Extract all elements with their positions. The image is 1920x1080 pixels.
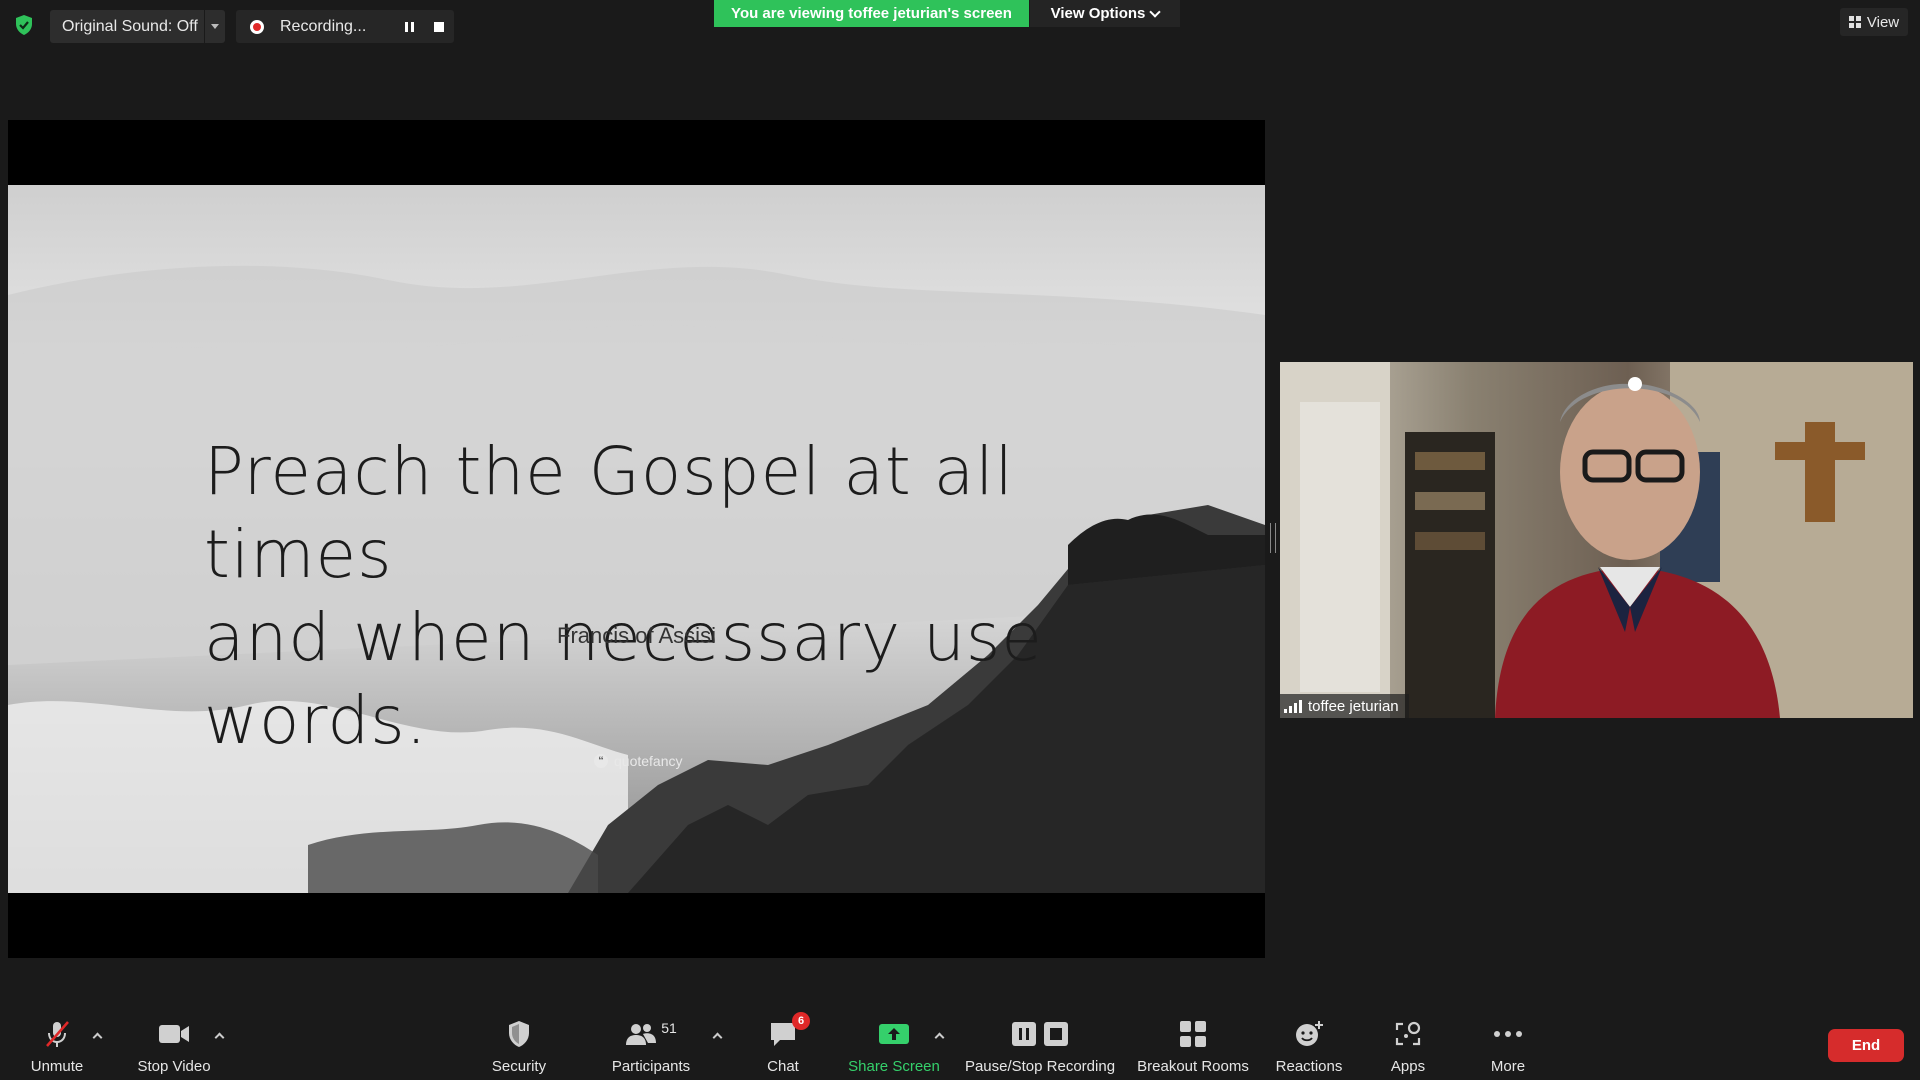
- security-label: Security: [491, 1058, 547, 1075]
- audio-options-caret[interactable]: [92, 1030, 102, 1040]
- quote-text: Preach the Gospel at all times and when …: [204, 430, 1104, 762]
- watermark: “ quotefancy: [594, 753, 683, 769]
- chat-label: Chat: [767, 1058, 799, 1075]
- quote-author: Francis of Assisi: [557, 623, 716, 648]
- quote-slide: Preach the Gospel at all times and when …: [8, 185, 1265, 893]
- grid-view-icon: [1848, 16, 1861, 28]
- pause-recording-button[interactable]: [394, 10, 424, 43]
- share-screen-button[interactable]: Share Screen: [846, 1018, 942, 1075]
- view-label: View: [1866, 13, 1900, 31]
- recording-label: Recording...: [280, 17, 367, 35]
- security-button[interactable]: Security: [486, 1018, 552, 1075]
- participant-video-frame: [1280, 362, 1913, 718]
- quote-line-2: and when necessary use words.: [204, 599, 1043, 759]
- record-icon: [250, 19, 264, 34]
- participants-label: Participants: [611, 1058, 691, 1075]
- participants-count: 51: [661, 1020, 677, 1036]
- zoom-meeting-window: Original Sound: Off Recording... You are…: [0, 0, 1920, 1080]
- end-meeting-button[interactable]: End: [1828, 1029, 1904, 1062]
- more-button[interactable]: More: [1486, 1018, 1530, 1075]
- recording-indicator: Recording...: [236, 10, 454, 43]
- unmute-button[interactable]: Unmute: [24, 1018, 90, 1075]
- shield-check-icon[interactable]: [14, 14, 34, 36]
- stop-video-label: Stop Video: [137, 1058, 211, 1075]
- apps-icon: [1394, 1018, 1422, 1050]
- breakout-rooms-icon: [1179, 1018, 1207, 1050]
- share-options-caret[interactable]: [934, 1030, 944, 1040]
- apps-button[interactable]: Apps: [1386, 1018, 1430, 1075]
- original-sound-toggle[interactable]: Original Sound: Off: [50, 10, 225, 43]
- reactions-button[interactable]: Reactions: [1272, 1018, 1346, 1075]
- pause-stop-recording-label: Pause/Stop Recording: [964, 1058, 1116, 1075]
- view-options-label: View Options: [1050, 5, 1146, 22]
- participants-button[interactable]: 51 Participants: [608, 1018, 694, 1075]
- signal-bars-icon: [1284, 699, 1302, 713]
- view-options-button[interactable]: View Options: [1030, 0, 1180, 27]
- chevron-down-icon: [1149, 5, 1162, 18]
- stop-video-button[interactable]: Stop Video: [134, 1018, 214, 1075]
- breakout-rooms-button[interactable]: Breakout Rooms: [1134, 1018, 1252, 1075]
- muted-mic-icon: [42, 1018, 72, 1050]
- quote-mark-icon: “: [594, 754, 608, 768]
- original-sound-label[interactable]: Original Sound: Off: [50, 18, 204, 36]
- reactions-label: Reactions: [1275, 1058, 1343, 1075]
- watermark-label: quotefancy: [614, 753, 683, 769]
- video-options-caret[interactable]: [214, 1030, 224, 1040]
- unmute-label: Unmute: [30, 1058, 84, 1075]
- apps-label: Apps: [1390, 1058, 1426, 1075]
- pause-icon: [404, 21, 414, 32]
- view-button[interactable]: View: [1840, 8, 1908, 36]
- shared-screen[interactable]: Preach the Gospel at all times and when …: [8, 120, 1265, 958]
- share-screen-label: Share Screen: [848, 1058, 940, 1075]
- meeting-controls-toolbar: Unmute Stop Video Security 51 Participan…: [0, 1004, 1920, 1080]
- reactions-icon: [1294, 1018, 1324, 1050]
- more-icon: [1493, 1018, 1523, 1050]
- participant-video-tile[interactable]: toffee jeturian: [1280, 362, 1913, 718]
- chat-unread-badge: 6: [792, 1012, 810, 1030]
- breakout-rooms-label: Breakout Rooms: [1137, 1058, 1249, 1075]
- participants-icon: 51: [625, 1018, 677, 1050]
- stop-recording-button[interactable]: [424, 10, 454, 43]
- pause-stop-recording-button[interactable]: Pause/Stop Recording: [962, 1018, 1118, 1075]
- pause-stop-recording-icon: [1011, 1018, 1069, 1050]
- video-camera-icon: [158, 1018, 190, 1050]
- stop-icon: [434, 21, 444, 32]
- quote-line-1: Preach the Gospel at all times: [204, 433, 1014, 593]
- share-screen-icon: [878, 1018, 910, 1050]
- more-label: More: [1490, 1058, 1526, 1075]
- original-sound-dropdown-caret[interactable]: [204, 10, 225, 43]
- panel-resize-handle[interactable]: [1270, 523, 1276, 553]
- participant-name-tag: toffee jeturian: [1280, 694, 1409, 718]
- participants-options-caret[interactable]: [712, 1030, 722, 1040]
- security-shield-icon: [507, 1018, 531, 1050]
- viewing-screen-banner: You are viewing toffee jeturian's screen: [714, 0, 1029, 27]
- participant-name: toffee jeturian: [1308, 697, 1399, 715]
- chat-button[interactable]: 6 Chat: [758, 1012, 810, 1075]
- chat-icon: 6: [768, 1012, 810, 1050]
